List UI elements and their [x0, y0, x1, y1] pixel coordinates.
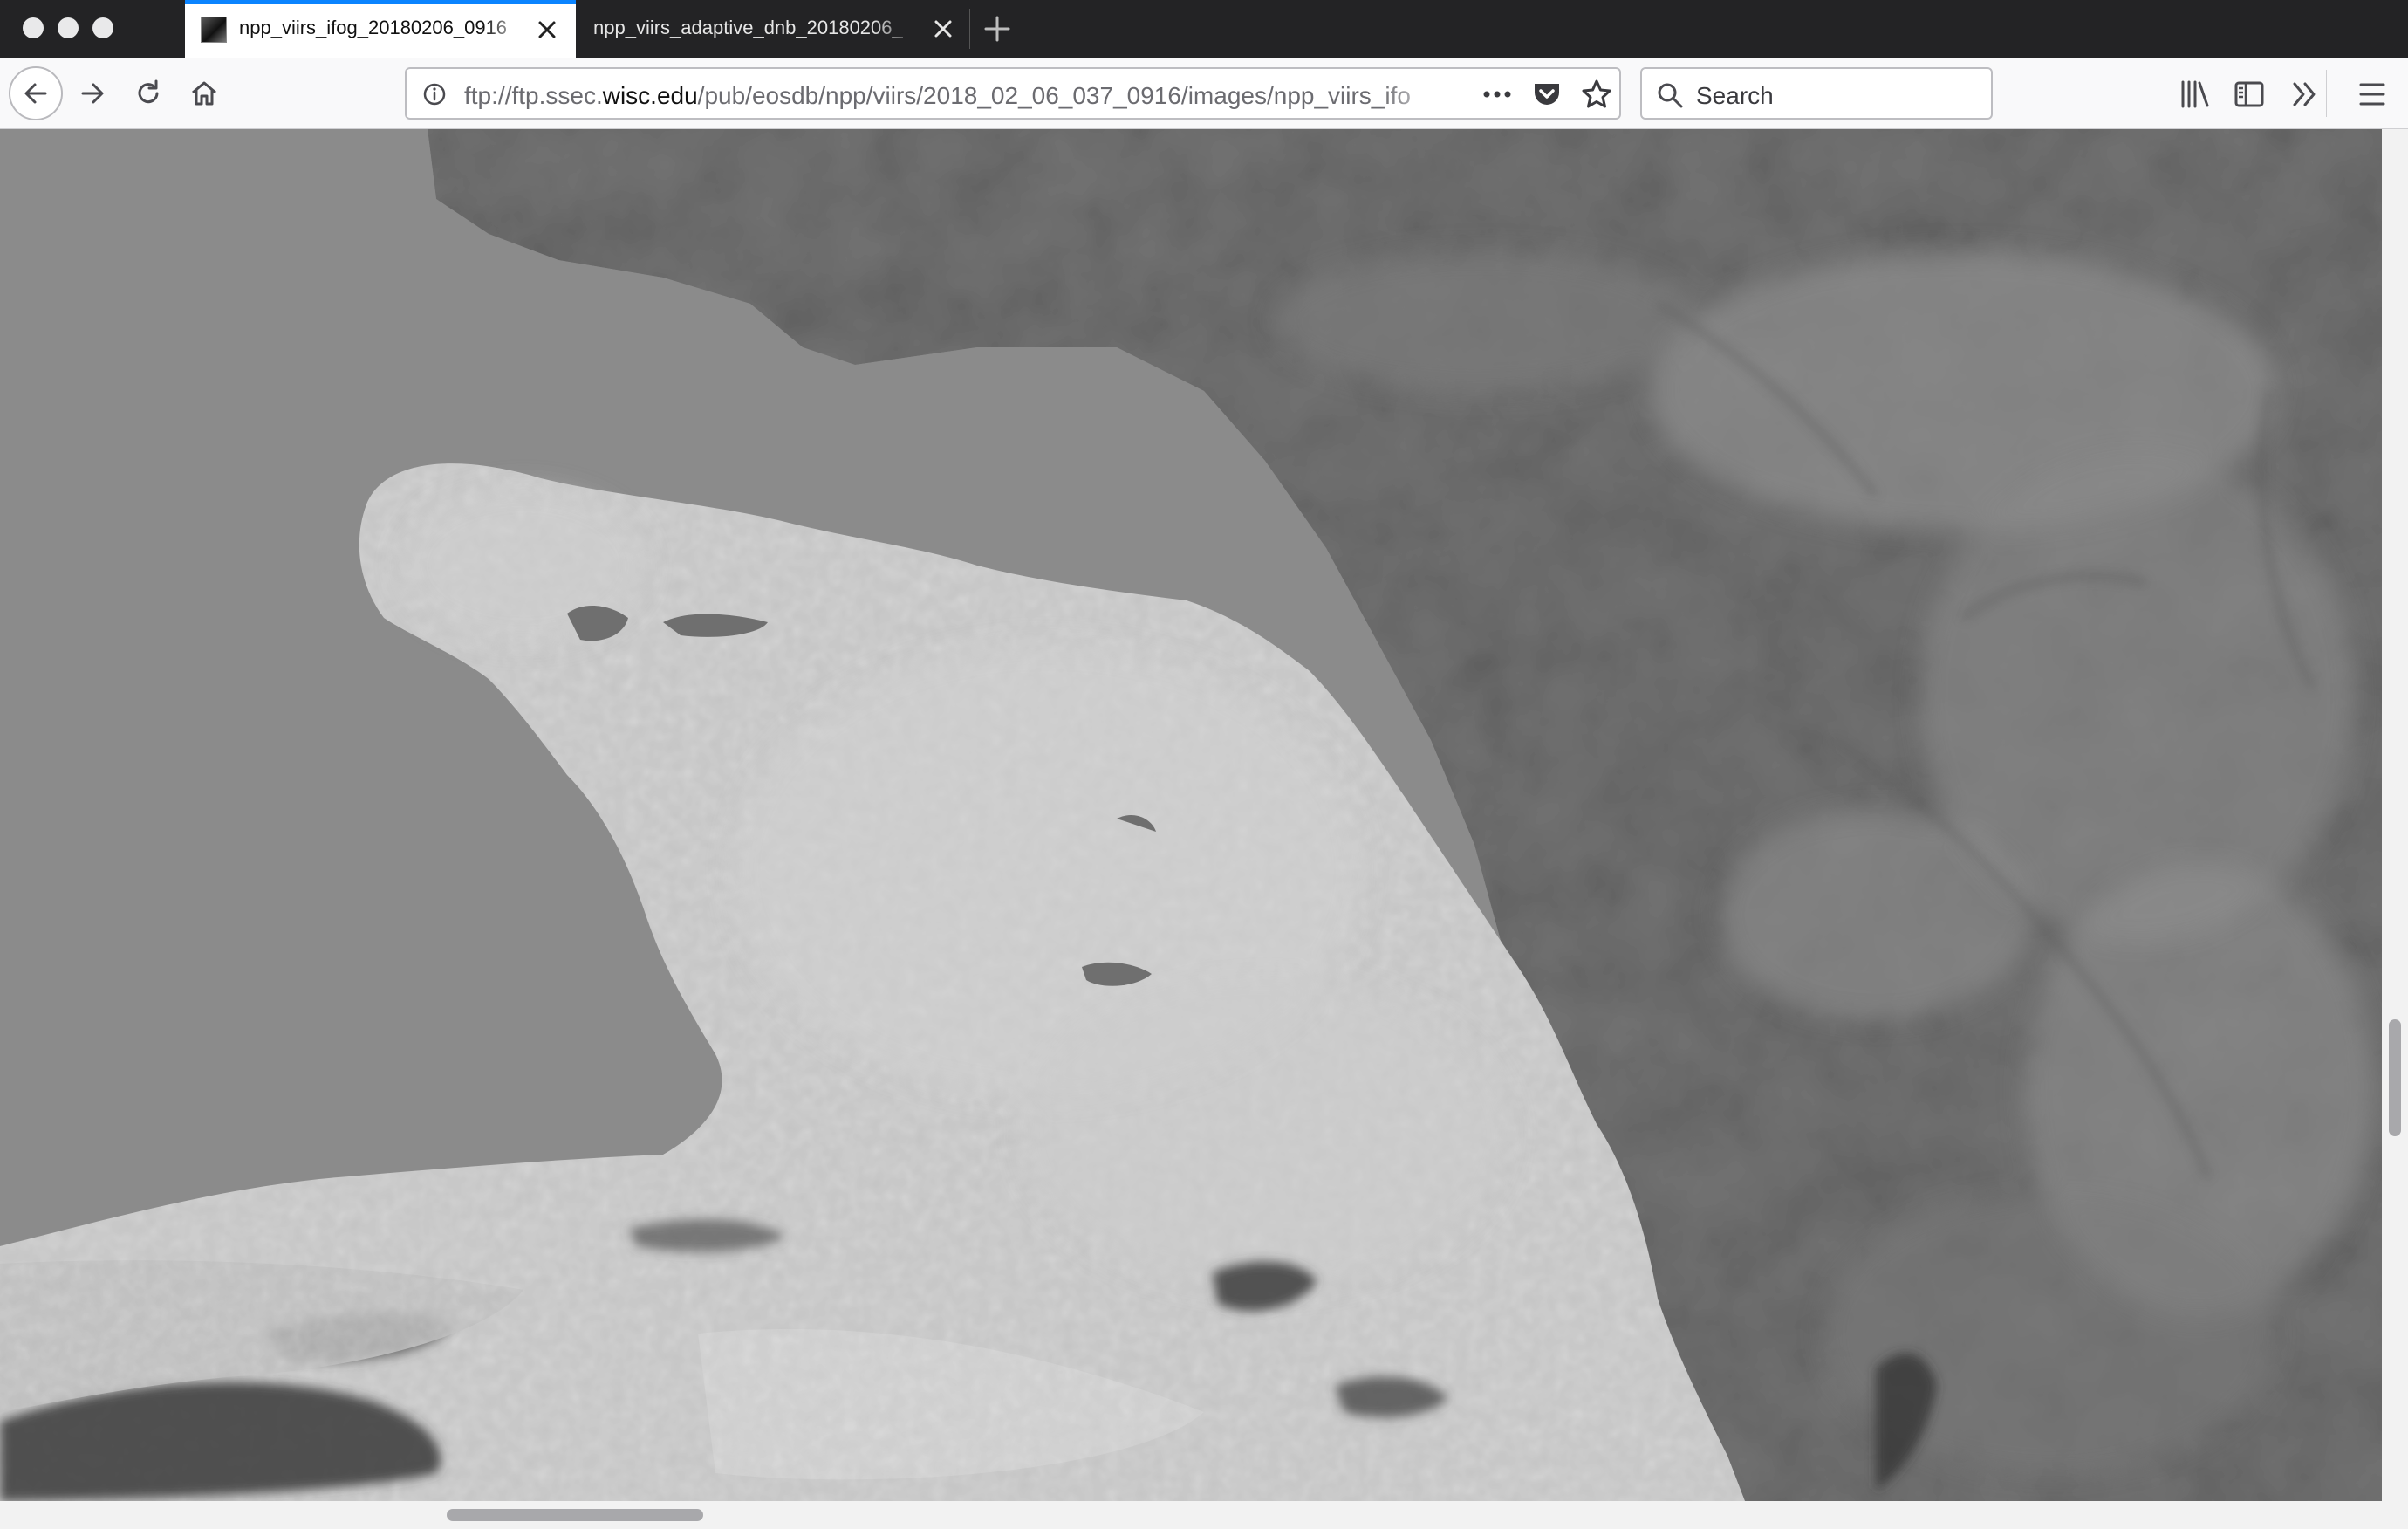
zoom-window-button[interactable] [92, 17, 113, 38]
close-tab-icon[interactable] [534, 17, 560, 43]
bookmark-star-icon[interactable] [1581, 79, 1612, 110]
page-actions-icon[interactable] [1481, 85, 1513, 104]
url-path: /pub/eosdb/npp/viirs/2018_02_06_037_0916… [697, 82, 1411, 109]
vertical-scroll-thumb[interactable] [2389, 1019, 2401, 1136]
toolbar-separator [2326, 70, 2327, 117]
horizontal-scrollbar[interactable] [0, 1501, 2408, 1529]
tab-label: npp_viirs_ifog_20180206_0916 [239, 17, 508, 38]
url-scheme: ftp://ftp.ssec. [464, 82, 603, 109]
tab-inactive[interactable]: npp_viirs_adaptive_dnb_20180206_ [576, 0, 970, 58]
sidebar-icon[interactable] [2234, 79, 2265, 110]
navigation-toolbar: ftp://ftp.ssec.wisc.edu/pub/eosdb/npp/vi… [0, 58, 2408, 129]
reload-icon [138, 79, 159, 104]
horizontal-scroll-thumb[interactable] [447, 1509, 703, 1521]
tab-strip: npp_viirs_ifog_20180206_0916 npp_viirs_a… [0, 0, 2408, 58]
close-window-button[interactable] [23, 17, 44, 38]
back-icon [24, 83, 47, 104]
tab-divider [969, 9, 970, 49]
hamburger-menu-icon[interactable] [2357, 80, 2387, 108]
url-host: wisc.edu [602, 82, 698, 109]
tab-active[interactable]: npp_viirs_ifog_20180206_0916 [185, 0, 576, 58]
forward-button[interactable] [72, 72, 113, 114]
search-icon [1658, 83, 1683, 108]
reload-button[interactable] [127, 72, 169, 114]
home-icon [192, 81, 216, 106]
image-viewport[interactable] [0, 129, 2382, 1501]
url-bar[interactable]: ftp://ftp.ssec.wisc.edu/pub/eosdb/npp/vi… [405, 67, 1621, 120]
overflow-chevron-icon[interactable] [2289, 79, 2321, 110]
new-tab-plus-icon[interactable] [982, 14, 1012, 44]
info-icon[interactable] [422, 82, 447, 106]
url-text[interactable]: ftp://ftp.ssec.wisc.edu/pub/eosdb/npp/vi… [464, 82, 1450, 110]
vertical-scrollbar[interactable] [2382, 129, 2408, 1501]
satellite-image [0, 129, 2382, 1501]
minimize-window-button[interactable] [58, 17, 79, 38]
search-input[interactable]: Search [1640, 67, 1993, 120]
back-button[interactable] [9, 66, 63, 120]
home-button[interactable] [183, 72, 225, 114]
close-tab-icon[interactable] [930, 16, 956, 42]
tab-label: npp_viirs_adaptive_dnb_20180206_ [593, 17, 903, 38]
library-icon[interactable] [2178, 79, 2213, 110]
pocket-icon[interactable] [1532, 80, 1562, 108]
image-thumbnail-icon [201, 17, 227, 43]
search-placeholder: Search [1696, 82, 1774, 109]
forward-icon [81, 83, 104, 104]
